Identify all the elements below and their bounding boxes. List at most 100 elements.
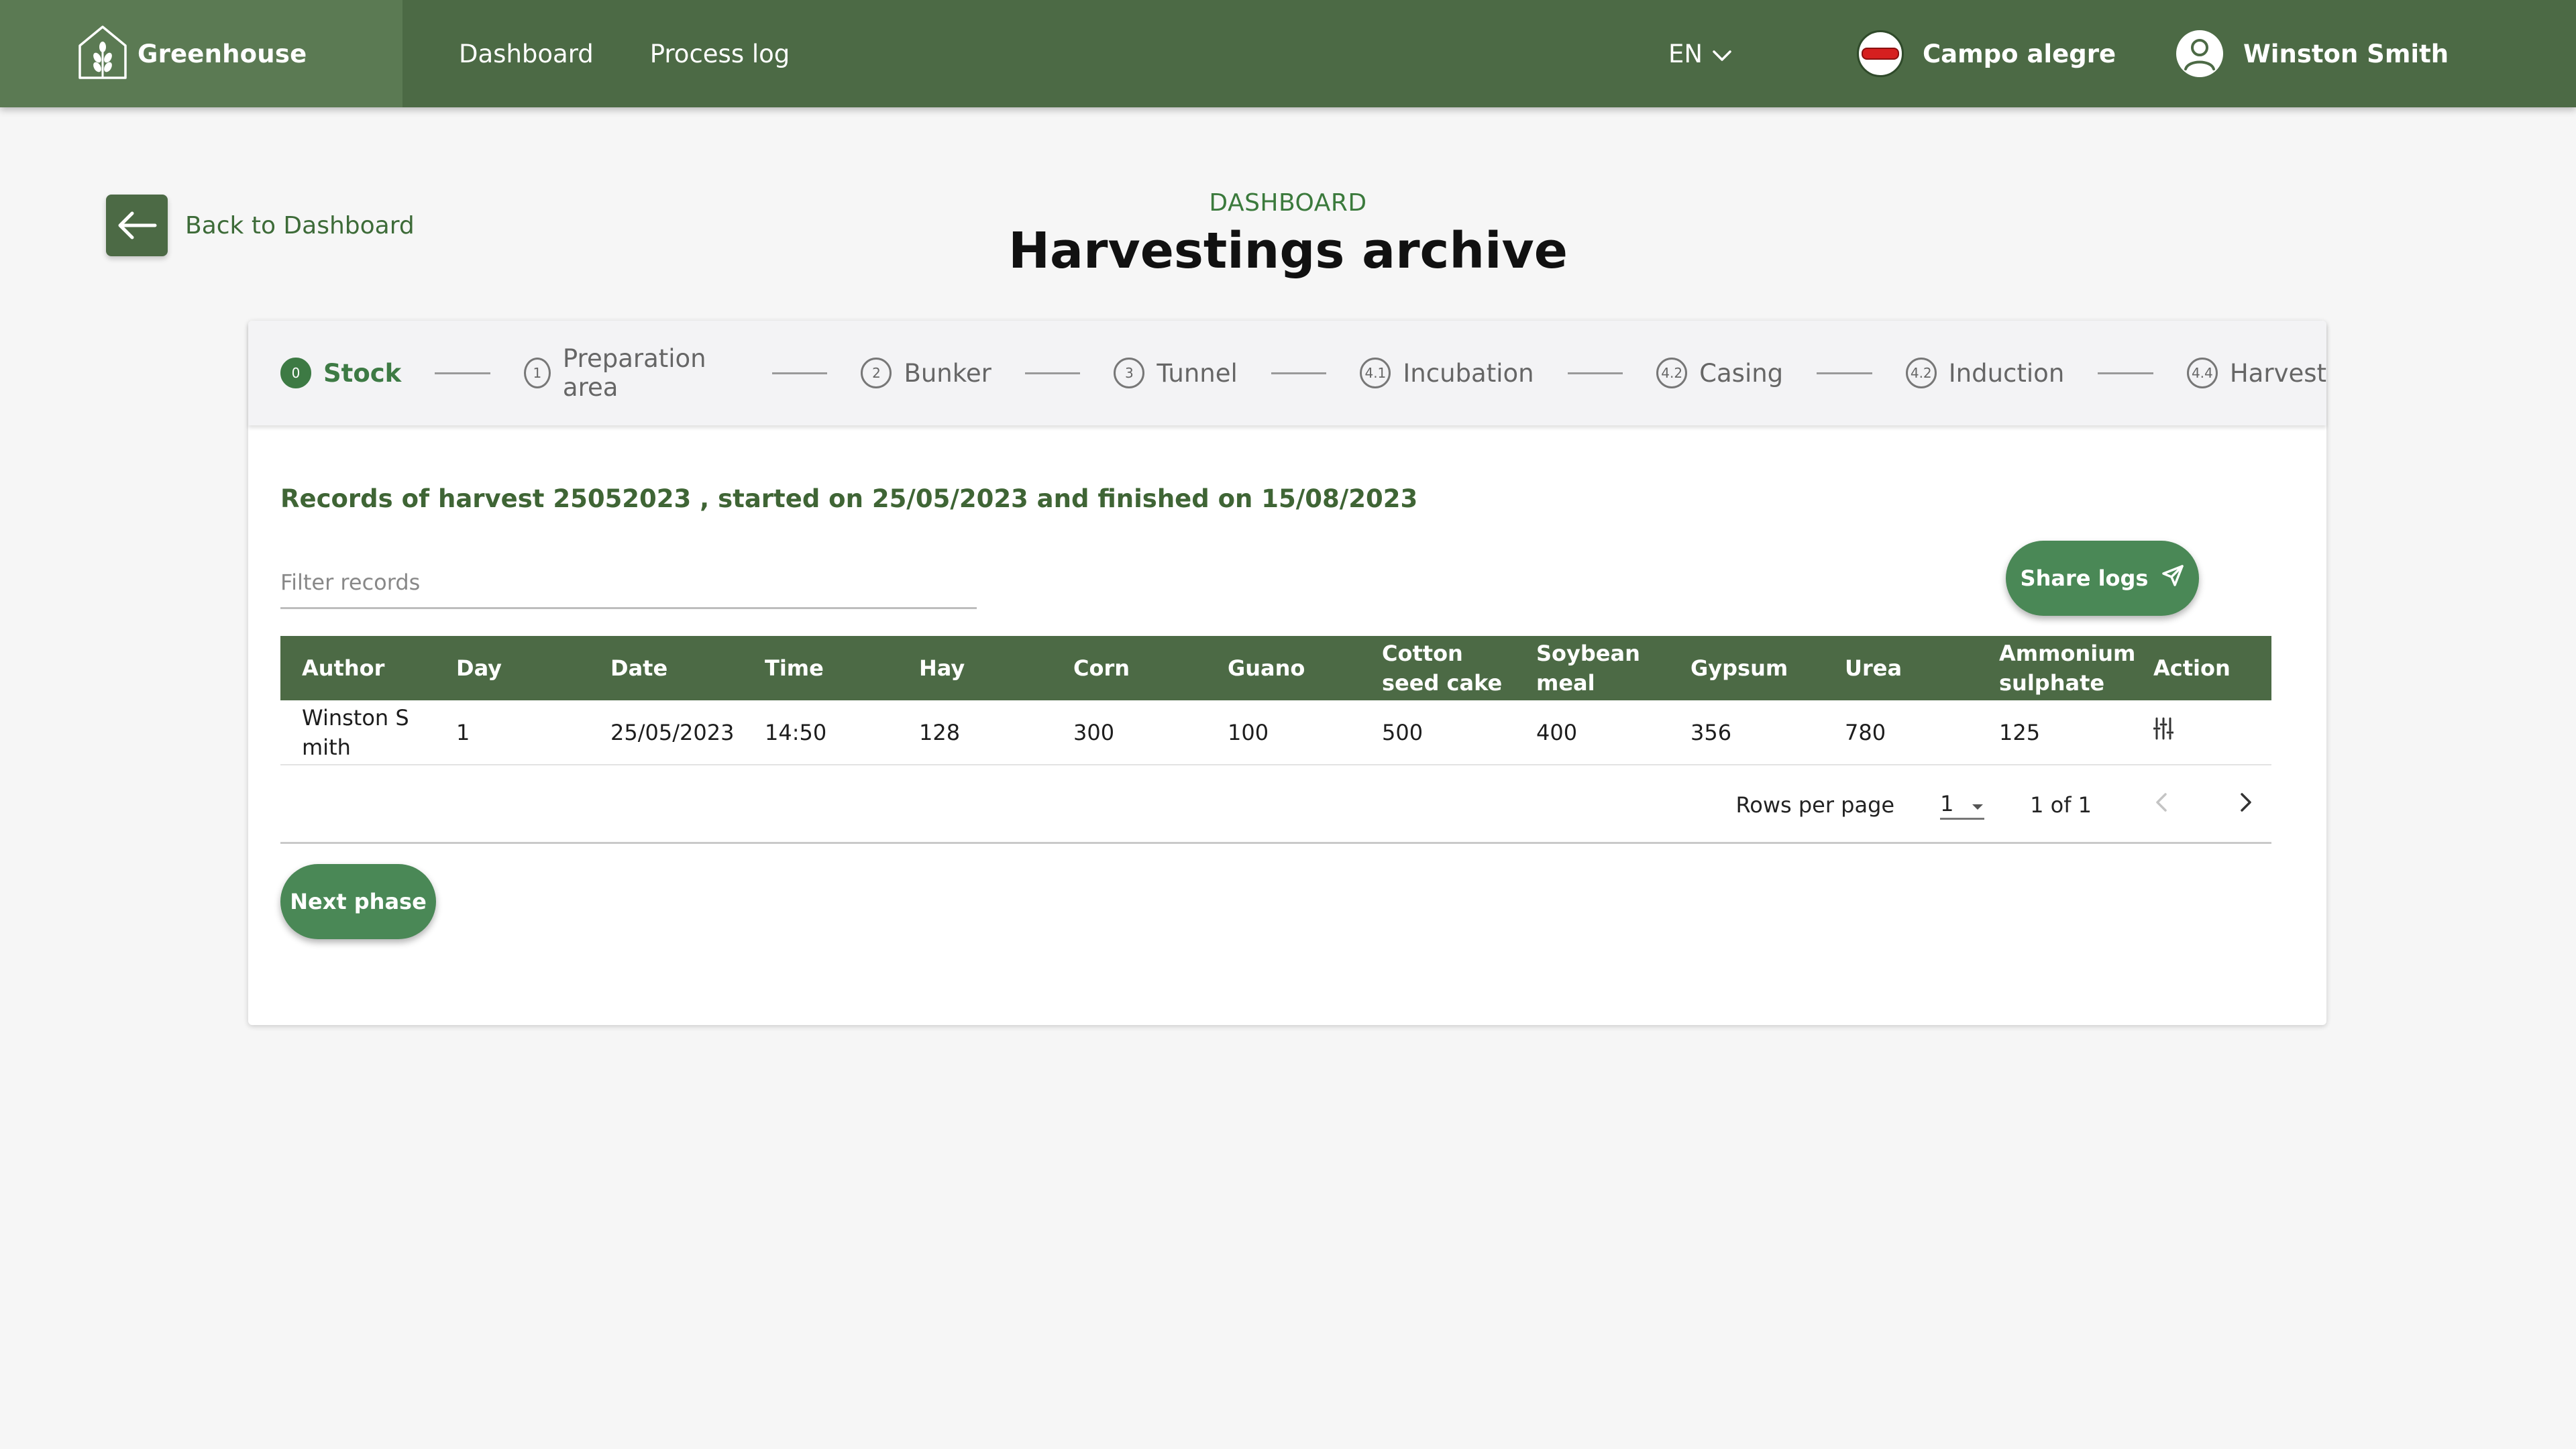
top-navbar: Greenhouse Dashboard Process log EN Camp…	[0, 0, 2576, 107]
column-header: Author	[280, 636, 435, 700]
chevron-left-icon	[2155, 792, 2168, 818]
cell-date: 25/05/2023	[589, 700, 743, 765]
step-label: Induction	[1948, 358, 2065, 388]
column-header: Gypsum	[1669, 636, 1823, 700]
language-label: EN	[1668, 39, 1703, 68]
page-title: Harvestings archive	[1008, 222, 1568, 280]
step-connector	[1271, 372, 1327, 374]
column-header: Action	[2132, 636, 2271, 700]
step-harvest[interactable]: 4.4 Harvest	[2186, 358, 2327, 388]
cell-ammonium-sulphate: 125	[1978, 700, 2132, 765]
column-header: Guano	[1206, 636, 1360, 700]
step-label: Tunnel	[1157, 358, 1238, 388]
step-casing[interactable]: 4.2 Casing	[1656, 358, 1783, 388]
step-connector	[771, 372, 828, 374]
share-logs-button[interactable]: Share logs	[2006, 541, 2199, 616]
send-icon	[2148, 564, 2184, 592]
step-stock[interactable]: 0 Stock	[280, 358, 401, 388]
nav-process-log[interactable]: Process log	[650, 40, 790, 68]
previous-page-button[interactable]	[2143, 786, 2180, 824]
brand-name: Greenhouse	[138, 39, 307, 68]
cell-cotton-seed-cake: 500	[1360, 700, 1515, 765]
user-menu[interactable]: Winston Smith	[2176, 0, 2449, 107]
step-label: Bunker	[904, 358, 991, 388]
brand[interactable]: Greenhouse	[0, 0, 402, 107]
cell-author: Winston Smith	[280, 700, 435, 765]
step-tunnel[interactable]: 3 Tunnel	[1114, 358, 1238, 388]
cell-soybean-meal: 400	[1515, 700, 1669, 765]
phase-stepper: 0 Stock 1 Preparation area 2 Bunker 3 Tu…	[248, 321, 2326, 425]
user-avatar-icon	[2176, 30, 2223, 77]
step-connector	[1567, 372, 1623, 374]
cell-guano: 100	[1206, 700, 1360, 765]
step-connector	[1024, 372, 1081, 374]
user-name: Winston Smith	[2243, 39, 2449, 68]
table-pagination: Rows per page 1 1 of 1	[280, 767, 2271, 844]
step-connector	[435, 372, 490, 374]
column-header: Corn	[1052, 636, 1206, 700]
table-row: Winston Smith 1 25/05/2023 14:50 128 300…	[280, 700, 2271, 765]
cell-hay: 128	[898, 700, 1052, 765]
step-bunker[interactable]: 2 Bunker	[861, 358, 991, 388]
column-header: Ammonium sulphate	[1978, 636, 2135, 700]
step-preparation-area[interactable]: 1 Preparation area	[523, 344, 739, 402]
step-induction[interactable]: 4.2 Induction	[1905, 358, 2065, 388]
chevron-down-icon	[1703, 40, 1732, 68]
column-header: Date	[589, 636, 743, 700]
step-label: Incubation	[1403, 358, 1534, 388]
main-nav: Dashboard Process log	[459, 0, 846, 107]
next-phase-label: Next phase	[290, 889, 427, 914]
next-phase-button[interactable]: Next phase	[280, 864, 436, 939]
page-overline: DASHBOARD	[1209, 189, 1367, 217]
step-number: 4.1	[1360, 358, 1391, 388]
column-header: Urea	[1823, 636, 1978, 700]
step-label: Stock	[323, 358, 402, 388]
filter-records	[280, 562, 977, 609]
step-number: 4.2	[1905, 358, 1937, 388]
cell-gypsum: 356	[1669, 700, 1823, 765]
caret-down-icon	[1971, 791, 1984, 816]
farm-logo-icon	[1857, 30, 1904, 77]
cell-urea: 780	[1823, 700, 1978, 765]
step-label: Preparation area	[562, 344, 706, 402]
column-header: Cotton seed cake	[1360, 636, 1515, 700]
column-header: Time	[743, 636, 898, 700]
cell-day: 1	[435, 700, 589, 765]
rows-per-page-value: 1	[1940, 791, 1954, 816]
step-incubation[interactable]: 4.1 Incubation	[1360, 358, 1534, 388]
step-number: 0	[280, 358, 311, 388]
rows-per-page-select[interactable]: 1	[1940, 790, 1985, 820]
column-header: Soybean meal	[1515, 636, 1669, 700]
language-selector[interactable]: EN	[1668, 0, 1732, 107]
nav-dashboard[interactable]: Dashboard	[459, 40, 594, 68]
step-label: Casing	[1699, 358, 1784, 388]
step-number: 4.2	[1656, 358, 1688, 388]
table-header-row: Author Day Date Time Hay Corn Guano Cott…	[280, 636, 2271, 700]
step-connector	[1817, 372, 1872, 374]
greenhouse-logo-icon	[77, 24, 138, 83]
step-number: 3	[1114, 358, 1145, 388]
cell-action	[2132, 700, 2271, 765]
archive-card: 0 Stock 1 Preparation area 2 Bunker 3 Tu…	[248, 321, 2326, 1025]
step-label: Harvest	[2229, 358, 2327, 388]
column-header: Day	[435, 636, 589, 700]
column-header: Hay	[898, 636, 1052, 700]
step-number: 4.4	[2186, 358, 2218, 388]
cell-corn: 300	[1052, 700, 1206, 765]
step-connector	[2098, 372, 2153, 374]
adjust-icon[interactable]	[2153, 717, 2174, 747]
rows-per-page-label: Rows per page	[1735, 792, 1895, 818]
page-header: DASHBOARD Harvestings archive	[0, 189, 2576, 280]
chevron-right-icon	[2239, 792, 2253, 818]
farm-name: Campo alegre	[1923, 39, 2116, 68]
records-table: Author Day Date Time Hay Corn Guano Cott…	[280, 636, 2271, 765]
filter-records-input[interactable]	[280, 562, 977, 602]
share-logs-label: Share logs	[2020, 566, 2149, 591]
page-range: 1 of 1	[2030, 792, 2092, 818]
step-number: 1	[523, 358, 551, 388]
farm-selector[interactable]: Campo alegre	[1857, 0, 2116, 107]
next-page-button[interactable]	[2227, 786, 2265, 824]
step-number: 2	[861, 358, 892, 388]
cell-time: 14:50	[743, 700, 898, 765]
records-title: Records of harvest 25052023 , started on…	[280, 484, 1418, 513]
